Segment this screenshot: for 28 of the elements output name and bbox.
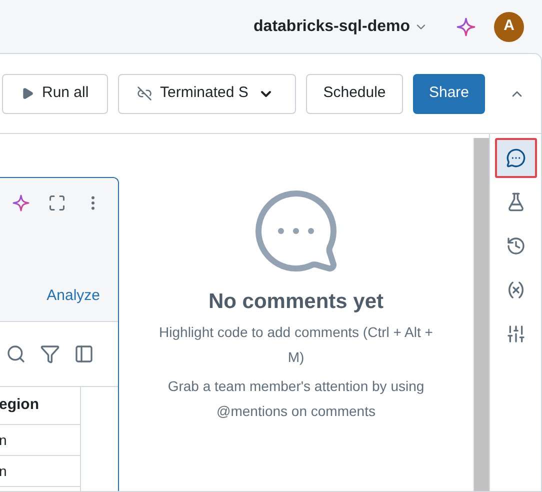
history-icon <box>506 236 526 256</box>
table-cell: n <box>0 456 80 487</box>
schedule-button[interactable]: Schedule <box>306 74 403 114</box>
variables-icon <box>506 280 526 300</box>
fullscreen-icon[interactable] <box>48 194 66 212</box>
compute-status: Terminated S <box>160 83 248 104</box>
user-avatar[interactable]: A <box>494 12 524 42</box>
flask-icon <box>506 192 526 212</box>
scrollbar[interactable] <box>473 138 489 491</box>
empty-title: No comments yet <box>208 289 384 315</box>
table-cell: n <box>0 425 80 456</box>
assistant-icon[interactable] <box>12 194 30 212</box>
sliders-icon <box>506 324 526 344</box>
comment-tab[interactable] <box>494 138 536 178</box>
compute-dropdown[interactable]: Terminated S <box>118 74 296 114</box>
panel-icon[interactable] <box>74 344 94 364</box>
assistant-icon[interactable] <box>456 16 476 36</box>
search-icon[interactable] <box>6 344 26 364</box>
analyze-link[interactable]: Analyze <box>46 284 100 307</box>
filter-icon[interactable] <box>40 344 60 364</box>
empty-hint: Highlight code to add comments (Ctrl + Alt + M) <box>158 322 434 367</box>
comment-icon <box>506 148 526 168</box>
unlink-icon <box>137 86 152 101</box>
share-button[interactable]: Share <box>413 74 485 114</box>
workspace-switcher[interactable]: databricks-sql-demo <box>254 14 428 38</box>
run-all-button[interactable]: Run all <box>2 74 108 114</box>
empty-tip: Grab a team member's attention by using @mentions on comments <box>166 376 426 420</box>
play-icon <box>21 87 34 100</box>
